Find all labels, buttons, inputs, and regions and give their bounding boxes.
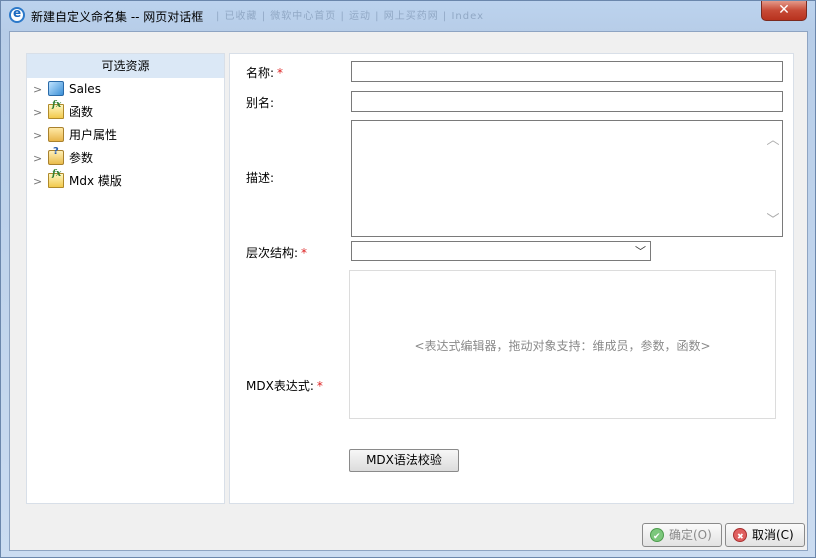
description-scrollbar[interactable]: ︿ ﹀ bbox=[764, 121, 782, 236]
alias-label: 别名: bbox=[246, 96, 275, 110]
expand-arrow-icon[interactable]: > bbox=[33, 78, 42, 101]
check-icon bbox=[650, 526, 664, 548]
mdx-validate-button[interactable]: MDX语法校验 bbox=[349, 449, 459, 472]
chevron-down-icon[interactable]: ﹀ bbox=[635, 243, 646, 259]
tree-item-mdx-templates[interactable]: > Mdx 模版 bbox=[27, 169, 224, 193]
chevron-up-icon[interactable]: ︿ bbox=[764, 129, 782, 148]
tree-item-label: Sales bbox=[69, 82, 101, 96]
title-bar: 新建自定义命名集 -- 网页对话框 | 已收藏 | 微软中心首页 | 运动 | … bbox=[1, 1, 815, 31]
tree-item-functions[interactable]: > 函数 bbox=[27, 100, 224, 124]
dialog-body: 可选资源 > Sales > 函数 > 用户属性 > 参数 bbox=[9, 31, 808, 551]
expand-arrow-icon[interactable]: > bbox=[33, 101, 42, 124]
hierarchy-label: 层次结构: * bbox=[246, 246, 308, 260]
folder-icon bbox=[48, 127, 64, 142]
parameter-icon bbox=[48, 146, 64, 165]
name-label: 名称: * bbox=[246, 66, 284, 80]
tree-item-label: 用户属性 bbox=[69, 128, 118, 142]
dialog-window: 新建自定义命名集 -- 网页对话框 | 已收藏 | 微软中心首页 | 运动 | … bbox=[0, 0, 816, 558]
required-mark: * bbox=[277, 66, 284, 80]
tree-item-sales[interactable]: > Sales bbox=[27, 78, 224, 101]
cancel-icon bbox=[733, 526, 747, 548]
tree-item-label: Mdx 模版 bbox=[69, 174, 122, 188]
mdx-editor-placeholder: <表达式编辑器，拖动对象支持：维成员，参数，函数> bbox=[414, 339, 711, 353]
name-input[interactable] bbox=[351, 61, 783, 82]
tree-item-parameters[interactable]: > 参数 bbox=[27, 146, 224, 170]
ie-icon bbox=[9, 6, 25, 23]
hierarchy-select[interactable]: ﹀ bbox=[351, 241, 651, 261]
cancel-button[interactable]: 取消(C) bbox=[725, 523, 805, 548]
tree-header: 可选资源 bbox=[27, 54, 224, 78]
ok-button[interactable]: 确定(O) bbox=[642, 523, 722, 548]
window-title: 新建自定义命名集 -- 网页对话框 bbox=[31, 10, 204, 24]
cube-icon bbox=[48, 81, 64, 96]
tree-item-label: 函数 bbox=[69, 105, 94, 119]
resource-tree: 可选资源 > Sales > 函数 > 用户属性 > 参数 bbox=[26, 53, 225, 504]
form-panel: 名称: * 别名: 描述: ︿ ﹀ 层次结构: * ﹀ MDX表达式: * <表达式编… bbox=[229, 53, 794, 504]
close-button[interactable]: ✕ bbox=[761, 1, 807, 21]
required-mark: * bbox=[301, 246, 308, 260]
tree-item-label: 参数 bbox=[69, 151, 94, 165]
function-icon bbox=[48, 100, 64, 119]
mdx-expression-editor[interactable]: <表达式编辑器，拖动对象支持：维成员，参数，函数> bbox=[349, 270, 776, 419]
required-mark: * bbox=[316, 379, 323, 393]
description-textarea[interactable]: ︿ ﹀ bbox=[351, 120, 783, 237]
chevron-down-icon[interactable]: ﹀ bbox=[764, 209, 782, 228]
expand-arrow-icon[interactable]: > bbox=[33, 147, 42, 170]
tree-item-user-attributes[interactable]: > 用户属性 bbox=[27, 124, 224, 147]
mdx-label: MDX表达式: * bbox=[246, 379, 323, 393]
alias-input[interactable] bbox=[351, 91, 783, 112]
expand-arrow-icon[interactable]: > bbox=[33, 170, 42, 193]
description-label: 描述: bbox=[246, 171, 275, 185]
function-icon bbox=[48, 169, 64, 188]
expand-arrow-icon[interactable]: > bbox=[33, 124, 42, 147]
close-icon: ✕ bbox=[778, 2, 790, 18]
background-toolbar-text: | 已收藏 | 微软中心首页 | 运动 | 网上买药网 | Index bbox=[216, 11, 484, 22]
